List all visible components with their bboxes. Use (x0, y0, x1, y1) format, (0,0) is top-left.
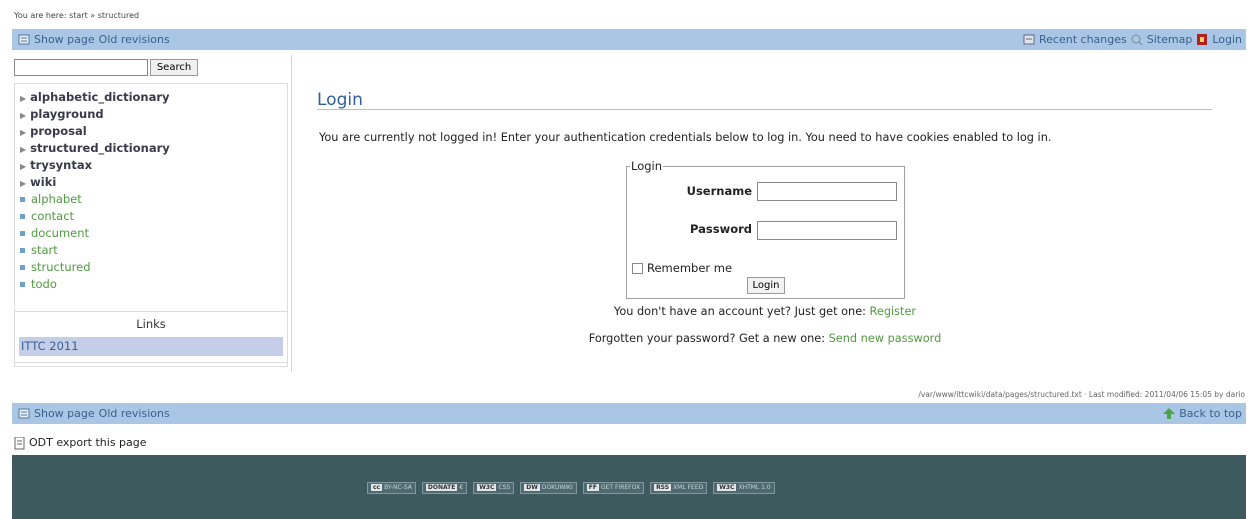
square-bullet-icon (20, 265, 25, 270)
search-button[interactable]: Search (150, 59, 198, 76)
rss-feed-badge[interactable]: RSS XML FEED (650, 482, 708, 494)
remember-me[interactable]: Remember me (632, 261, 732, 275)
page-icon (18, 34, 30, 45)
remember-label: Remember me (647, 261, 733, 275)
back-to-top-link[interactable]: Back to top (1179, 407, 1242, 420)
firefox-badge[interactable]: FF GET FIREFOX (582, 482, 645, 494)
recent-changes-link[interactable]: Recent changes (1039, 33, 1127, 46)
namespace-item[interactable]: ▶ proposal (20, 123, 287, 140)
namespace-item[interactable]: ▶ wiki (20, 174, 287, 191)
login-intro: You are currently not logged in! Enter y… (319, 131, 1052, 144)
footer-badges: cc BY-NC-SA DONATE € W3C CSS DW DOKUWIKI FF G… (367, 482, 775, 494)
register-link[interactable]: Register (870, 305, 917, 318)
register-line: You don't have an account yet? Just get … (0, 305, 1259, 318)
username-field[interactable] (757, 182, 897, 201)
old-revisions-link[interactable]: Old revisions (99, 407, 170, 420)
w3c-xhtml-badge[interactable]: W3C XHTML 1.0 (713, 482, 775, 494)
namespace-item[interactable]: ▶ trysyntax (20, 157, 287, 174)
page-item[interactable]: alphabet (20, 191, 287, 208)
sidebar: Search ▶ alphabetic_dictionary ▶ playgroun… (12, 55, 292, 372)
odt-document-icon (14, 436, 26, 450)
page-item[interactable]: todo (20, 276, 287, 293)
login-icon (1196, 34, 1208, 45)
username-label: Username (686, 184, 752, 198)
triangle-right-icon: ▶ (20, 162, 27, 171)
sitemap-icon (1131, 34, 1143, 46)
search-form: Search (14, 59, 198, 76)
password-field[interactable] (757, 221, 897, 240)
page-meta: /var/www/ittcwiki/data/pages/structured.… (918, 390, 1245, 399)
triangle-right-icon: ▶ (20, 94, 27, 103)
square-bullet-icon (20, 197, 25, 202)
old-revisions-link[interactable]: Old revisions (99, 33, 170, 46)
triangle-right-icon: ▶ (20, 145, 27, 154)
breadcrumb: You are here: start » structured (14, 11, 140, 20)
password-label: Password (690, 222, 752, 236)
bottom-toolbar: Show page Old revisions Back to top (12, 403, 1246, 424)
odt-export[interactable]: ODT export this page (14, 436, 147, 450)
search-input[interactable] (14, 59, 148, 76)
page-item[interactable]: start (20, 242, 287, 259)
top-toolbar: Show page Old revisions Recent changes S… (12, 29, 1246, 50)
w3c-css-badge[interactable]: W3C CSS (473, 482, 515, 494)
square-bullet-icon (20, 231, 25, 236)
links-title: Links (136, 317, 166, 331)
login-legend: Login (630, 159, 664, 173)
namespace-item[interactable]: ▶ structured_dictionary (20, 140, 287, 157)
show-page-link[interactable]: Show page (34, 407, 95, 420)
namespace-item[interactable]: ▶ playground (20, 106, 287, 123)
page-item[interactable]: document (20, 225, 287, 242)
recent-changes-icon (1023, 34, 1035, 45)
send-new-password-link[interactable]: Send new password (829, 332, 942, 345)
login-link[interactable]: Login (1212, 33, 1242, 46)
forgot-text: Forgotten your password? Get a new one: (588, 332, 826, 345)
triangle-right-icon: ▶ (20, 128, 27, 137)
forgot-password-line: Forgotten your password? Get a new one: … (0, 332, 1259, 345)
arrow-up-icon (1163, 408, 1176, 419)
dokuwiki-badge[interactable]: DW DOKUWIKI (520, 482, 577, 494)
square-bullet-icon (20, 282, 25, 287)
page-item[interactable]: contact (20, 208, 287, 225)
donate-badge[interactable]: DONATE € (421, 482, 468, 494)
triangle-right-icon: ▶ (20, 179, 27, 188)
remember-checkbox[interactable] (632, 262, 643, 274)
triangle-right-icon: ▶ (20, 111, 27, 120)
cc-license-badge[interactable]: cc BY-NC-SA (367, 482, 416, 494)
square-bullet-icon (20, 214, 25, 219)
page-item[interactable]: structured (20, 259, 287, 276)
square-bullet-icon (20, 248, 25, 253)
show-page-link[interactable]: Show page (34, 33, 95, 46)
sitemap-link[interactable]: Sitemap (1147, 33, 1193, 46)
page-title: Login (317, 90, 1212, 110)
login-button[interactable]: Login (747, 277, 785, 294)
register-text: You don't have an account yet? Just get … (613, 305, 866, 318)
odt-export-label: ODT export this page (29, 436, 147, 449)
footer: cc BY-NC-SA DONATE € W3C CSS DW DOKUWIKI FF G… (12, 455, 1246, 519)
namespace-item[interactable]: ▶ alphabetic_dictionary (20, 89, 287, 106)
page-icon (18, 408, 30, 419)
login-form: Login Username Password Remember me Logi… (626, 159, 905, 299)
